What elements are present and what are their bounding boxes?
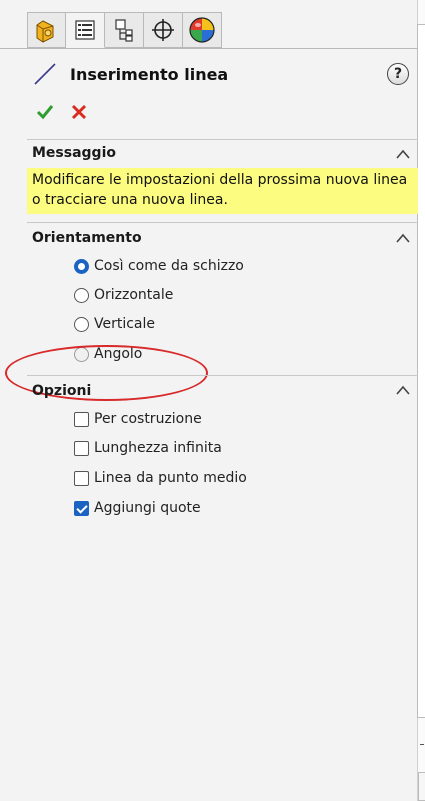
radio-button[interactable] xyxy=(74,316,89,332)
tab-display-manager[interactable] xyxy=(183,12,222,48)
checkbox[interactable] xyxy=(74,470,89,486)
checkbox-option-linea-da-punto-medio[interactable]: Linea da punto medio xyxy=(74,467,247,489)
graphics-area-marker xyxy=(420,744,424,745)
section-divider xyxy=(27,375,418,376)
checkbox-option-aggiungi-quote[interactable]: Aggiungi quote xyxy=(74,497,201,519)
section-divider xyxy=(27,222,418,223)
section-header-messaggio[interactable]: Messaggio xyxy=(32,145,116,161)
section-header-opzioni[interactable]: Opzioni xyxy=(32,383,91,399)
radio-option-orizzontale[interactable]: Orizzontale xyxy=(74,284,173,306)
radio-button[interactable] xyxy=(74,258,89,274)
checkbox-option-per-costruzione[interactable]: Per costruzione xyxy=(74,408,202,430)
feature-manager-icon xyxy=(36,20,53,43)
tab-dimxpert-manager[interactable] xyxy=(144,12,183,48)
panel-title-row: Inserimento linea xyxy=(32,60,228,88)
x-icon[interactable] xyxy=(70,103,88,121)
checkbox-label: Linea da punto medio xyxy=(94,470,247,486)
configuration-manager-icon xyxy=(115,19,133,42)
tab-feature-manager[interactable] xyxy=(27,12,66,48)
radio-button[interactable] xyxy=(74,287,89,303)
dimxpert-manager-icon xyxy=(152,19,174,41)
chevron-up-icon[interactable] xyxy=(396,233,410,243)
graphics-area-frame xyxy=(417,24,425,718)
line-icon xyxy=(34,63,56,85)
checkbox[interactable] xyxy=(74,411,89,427)
checkbox-label: Per costruzione xyxy=(94,411,202,427)
radio-option-cosi-come-da-schizzo[interactable]: Così come da schizzo xyxy=(74,255,244,277)
help-button[interactable]: ? xyxy=(387,63,409,85)
section-divider xyxy=(27,139,418,140)
radio-label: Orizzontale xyxy=(94,287,174,303)
tabbar-divider xyxy=(0,48,418,49)
radio-option-verticale[interactable]: Verticale xyxy=(74,313,155,335)
checkbox-label: Lunghezza infinita xyxy=(94,440,222,456)
radio-label: Verticale xyxy=(94,316,156,332)
manager-tabbar xyxy=(27,12,222,48)
checkbox-label: Aggiungi quote xyxy=(94,500,201,516)
property-manager-icon xyxy=(75,20,95,40)
checkbox-option-lunghezza-infinita[interactable]: Lunghezza infinita xyxy=(74,437,222,459)
tab-property-manager[interactable] xyxy=(66,12,105,48)
checkmark-icon[interactable] xyxy=(36,103,54,121)
section-header-orientamento[interactable]: Orientamento xyxy=(32,230,142,246)
display-manager-icon xyxy=(189,17,215,43)
chevron-up-icon[interactable] xyxy=(396,149,410,159)
checkbox[interactable] xyxy=(74,500,89,516)
radio-label: Così come da schizzo xyxy=(94,258,244,274)
property-manager-panel xyxy=(0,0,418,801)
chevron-up-icon[interactable] xyxy=(396,385,410,395)
checkbox[interactable] xyxy=(74,440,89,456)
graphics-area-frame-bottom xyxy=(418,772,425,801)
panel-title: Inserimento linea xyxy=(70,64,229,84)
message-box: Modificare le impostazioni della prossim… xyxy=(27,168,418,214)
tab-configuration-manager[interactable] xyxy=(105,12,144,48)
